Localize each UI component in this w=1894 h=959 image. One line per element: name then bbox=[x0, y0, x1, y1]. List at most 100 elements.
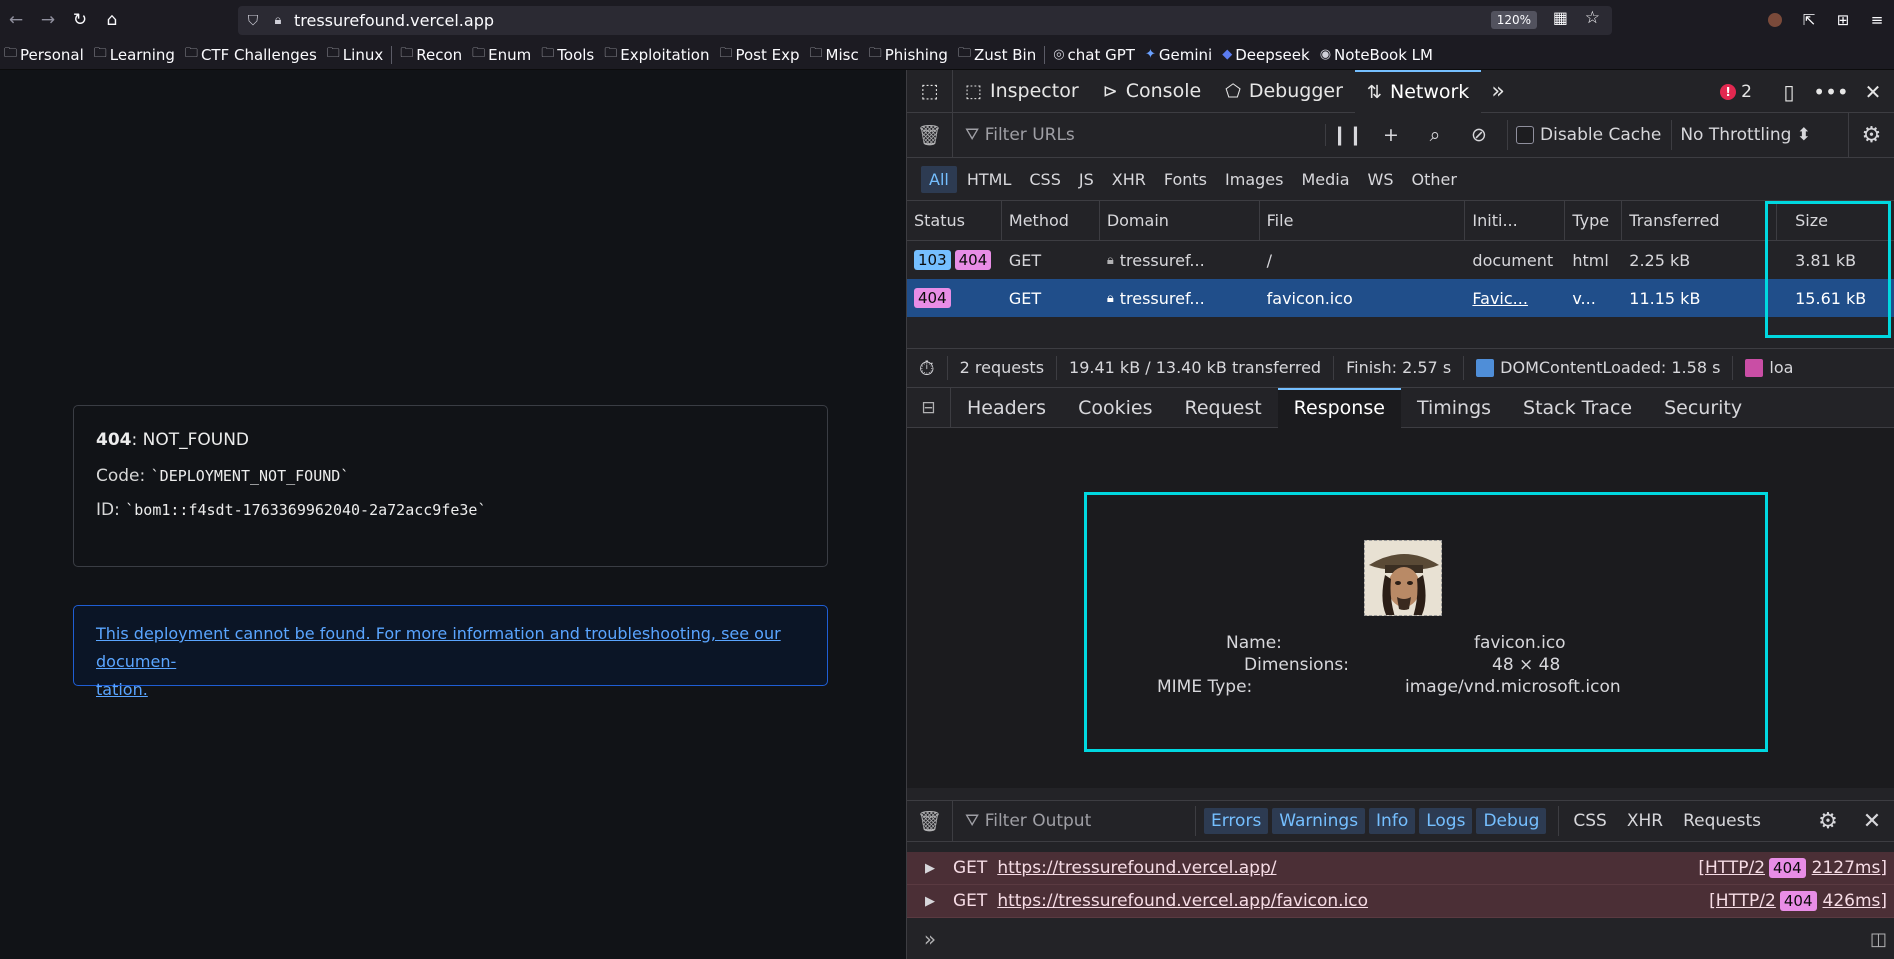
reload-icon[interactable]: ↻ bbox=[64, 0, 96, 40]
filter-js[interactable]: JS bbox=[1071, 166, 1102, 193]
bookmark-folder[interactable]: 🗀 Tools bbox=[541, 44, 594, 66]
level-info[interactable]: Info bbox=[1369, 808, 1416, 834]
bookmark-folder[interactable]: 🗀 Phishing bbox=[869, 44, 948, 66]
error-count[interactable]: ! 2 bbox=[1720, 82, 1752, 102]
more-tools-icon[interactable]: » bbox=[1481, 70, 1514, 113]
filter-ws[interactable]: WS bbox=[1360, 166, 1402, 193]
documentation-link[interactable]: This deployment cannot be found. For mor… bbox=[96, 620, 805, 704]
bookmark-star-icon[interactable]: ☆ bbox=[1585, 8, 1600, 28]
menu-icon[interactable]: ≡ bbox=[1860, 11, 1894, 29]
tracking-shield-icon[interactable]: ⛉ bbox=[238, 13, 268, 29]
tab-cookies[interactable]: Cookies bbox=[1062, 388, 1168, 428]
col-size[interactable]: Size bbox=[1777, 201, 1894, 240]
network-settings-gear-icon[interactable]: ⚙ bbox=[1848, 113, 1894, 158]
bookmark-folder[interactable]: 🗀 Zust Bin bbox=[958, 44, 1036, 66]
level-logs[interactable]: Logs bbox=[1419, 808, 1473, 834]
toggle-sidebar-icon[interactable]: ⊟ bbox=[907, 387, 951, 428]
level-warnings[interactable]: Warnings bbox=[1272, 808, 1366, 834]
tab-inspector[interactable]: ⬚ Inspector bbox=[953, 70, 1091, 113]
col-transferred[interactable]: Transferred bbox=[1622, 201, 1778, 240]
console-log-row[interactable]: ▶ GET https://tressurefound.vercel.app/ … bbox=[907, 852, 1894, 885]
bookmark-folder[interactable]: 🗀 Recon bbox=[400, 44, 462, 66]
qr-code-icon[interactable]: ▦ bbox=[1553, 8, 1568, 27]
filter-other[interactable]: Other bbox=[1404, 166, 1465, 193]
request-initiator[interactable]: Favic... bbox=[1472, 289, 1528, 308]
tab-request[interactable]: Request bbox=[1168, 388, 1277, 428]
col-file[interactable]: File bbox=[1260, 201, 1466, 240]
clear-console-icon[interactable]: 🗑︎ bbox=[907, 800, 953, 842]
log-status-meta[interactable]: [HTTP/2 404 426ms] bbox=[1709, 891, 1887, 911]
add-request-icon[interactable]: + bbox=[1369, 124, 1413, 146]
bookmark-folder[interactable]: 🗀 Linux bbox=[327, 44, 383, 66]
disable-cache-toggle[interactable]: Disable Cache bbox=[1507, 120, 1661, 150]
tab-timings[interactable]: Timings bbox=[1401, 388, 1507, 428]
level-debug[interactable]: Debug bbox=[1476, 808, 1547, 834]
bookmark-link[interactable]: ◆ Deepseek bbox=[1222, 46, 1310, 64]
console-input[interactable]: » ◫ bbox=[907, 919, 1894, 959]
forward-icon[interactable]: → bbox=[32, 0, 64, 40]
close-console-icon[interactable]: ✕ bbox=[1849, 801, 1894, 843]
expand-arrow-icon[interactable]: ▶ bbox=[907, 861, 953, 876]
level-errors[interactable]: Errors bbox=[1204, 808, 1269, 834]
col-method[interactable]: Method bbox=[1002, 201, 1100, 240]
zoom-level[interactable]: 120% bbox=[1490, 11, 1537, 29]
tab-response[interactable]: Response bbox=[1277, 387, 1401, 428]
bookmark-link[interactable]: ◉ NoteBook LM bbox=[1320, 46, 1433, 64]
filter-all[interactable]: All bbox=[921, 165, 957, 193]
bookmark-link[interactable]: ◎ chat GPT bbox=[1053, 46, 1135, 64]
table-row[interactable]: 404 GET 🔒︎ tressuref... favicon.ico Favic… bbox=[907, 279, 1894, 317]
filter-xhr[interactable]: XHR bbox=[1104, 166, 1154, 193]
filter-css[interactable]: CSS bbox=[1021, 166, 1068, 193]
bookmark-folder[interactable]: 🗀 CTF Challenges bbox=[185, 44, 317, 66]
bookmark-folder[interactable]: 🗀 Personal bbox=[4, 44, 84, 66]
bookmark-folder[interactable]: 🗀 Learning bbox=[94, 44, 175, 66]
col-type[interactable]: Type bbox=[1565, 201, 1623, 240]
console-settings-gear-icon[interactable]: ⚙ bbox=[1807, 801, 1849, 843]
more-options-icon[interactable]: ••• bbox=[1810, 80, 1852, 104]
col-initiator[interactable]: Initi... bbox=[1465, 201, 1566, 240]
expand-arrow-icon[interactable]: ▶ bbox=[907, 894, 953, 909]
console-log-row[interactable]: ▶ GET https://tressurefound.vercel.app/f… bbox=[907, 885, 1894, 918]
bookmark-link[interactable]: ✦ Gemini bbox=[1145, 46, 1212, 64]
apps-grid-icon[interactable]: ⊞ bbox=[1826, 11, 1860, 29]
element-picker-icon[interactable]: ⬚ bbox=[907, 69, 953, 113]
category-xhr[interactable]: XHR bbox=[1617, 808, 1673, 834]
account-avatar[interactable] bbox=[1768, 13, 1782, 27]
log-status-meta[interactable]: [HTTP/2 404 2127ms] bbox=[1698, 858, 1887, 878]
clear-requests-icon[interactable]: 🗑︎ bbox=[907, 112, 953, 158]
filter-fonts[interactable]: Fonts bbox=[1156, 166, 1215, 193]
log-url[interactable]: https://tressurefound.vercel.app/ bbox=[997, 858, 1276, 878]
url-bar[interactable]: ⛉ 🔒︎ tressurefound.vercel.app 120% ▦ ☆ bbox=[238, 6, 1612, 35]
tab-security[interactable]: Security bbox=[1648, 388, 1758, 428]
tab-network[interactable]: ⇅ Network bbox=[1354, 69, 1482, 113]
url-text[interactable]: tressurefound.vercel.app bbox=[294, 11, 494, 30]
search-icon[interactable]: ⌕ bbox=[1413, 124, 1457, 146]
table-row[interactable]: 103 404 GET 🔒︎ tressuref... / document htm… bbox=[907, 241, 1894, 279]
tab-debugger[interactable]: ⬠ Debugger bbox=[1213, 70, 1355, 113]
col-domain[interactable]: Domain bbox=[1100, 201, 1260, 240]
bookmark-folder[interactable]: 🗀 Enum bbox=[472, 44, 531, 66]
close-devtools-icon[interactable]: ✕ bbox=[1852, 80, 1894, 104]
responsive-design-icon[interactable]: ▯ bbox=[1768, 80, 1810, 104]
pause-icon[interactable]: ❙❙ bbox=[1325, 124, 1369, 146]
tab-console[interactable]: ⊳ Console bbox=[1091, 70, 1214, 113]
lock-icon[interactable]: 🔒︎ bbox=[268, 13, 288, 28]
col-status[interactable]: Status bbox=[907, 201, 1002, 240]
tab-stack-trace[interactable]: Stack Trace bbox=[1507, 388, 1648, 428]
filter-output-input[interactable]: ⛛ Filter Output bbox=[965, 811, 1195, 831]
home-icon[interactable]: ⌂ bbox=[96, 0, 128, 40]
filter-images[interactable]: Images bbox=[1217, 166, 1291, 193]
extensions-icon[interactable]: ⇱ bbox=[1792, 11, 1826, 29]
bookmark-folder[interactable]: 🗀 Post Exp bbox=[719, 44, 799, 66]
block-icon[interactable]: ⊘ bbox=[1457, 124, 1501, 146]
log-url[interactable]: https://tressurefound.vercel.app/favicon… bbox=[997, 891, 1368, 911]
disable-cache-checkbox[interactable] bbox=[1516, 126, 1534, 144]
filter-html[interactable]: HTML bbox=[959, 166, 1020, 193]
tab-headers[interactable]: Headers bbox=[951, 388, 1062, 428]
category-css[interactable]: CSS bbox=[1563, 808, 1616, 834]
bookmark-folder[interactable]: 🗀 Misc bbox=[810, 44, 859, 66]
category-requests[interactable]: Requests bbox=[1673, 808, 1771, 834]
back-icon[interactable]: ← bbox=[0, 0, 32, 40]
throttling-select[interactable]: No Throttling ⬍ bbox=[1671, 120, 1811, 150]
filter-urls-input[interactable]: ⛛ Filter URLs bbox=[965, 125, 1325, 145]
